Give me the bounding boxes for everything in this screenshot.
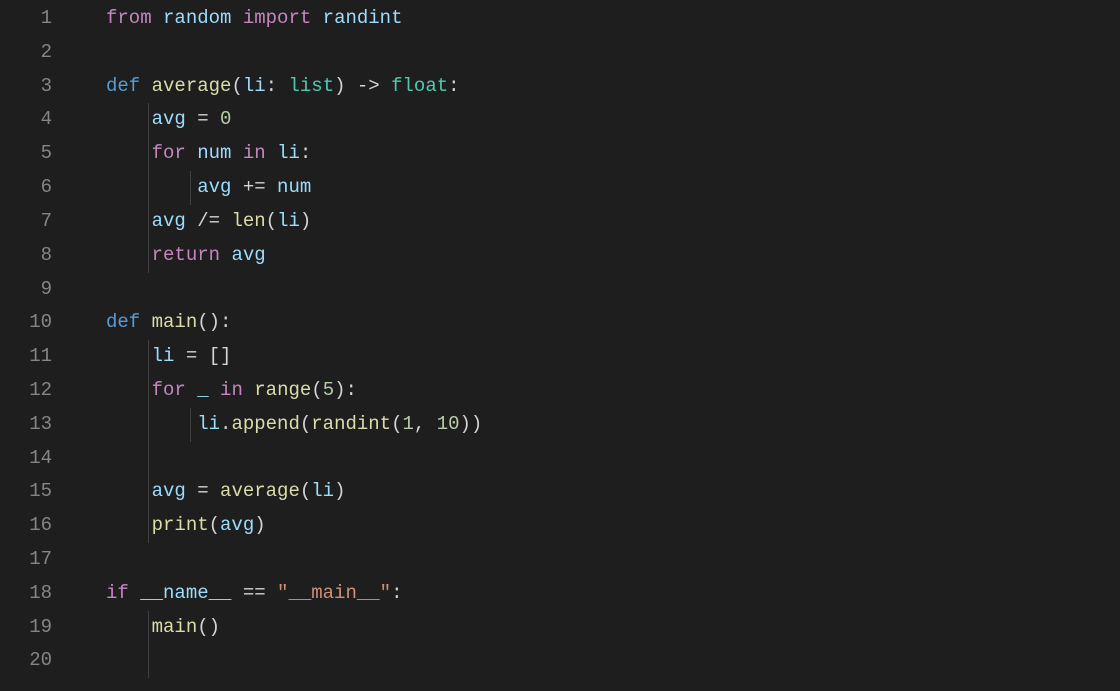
code-line-content: li.append(randint(1, 10)) (80, 413, 482, 435)
indent-guide (148, 171, 149, 205)
code-line-content: for _ in range(5): (80, 379, 357, 401)
indent-guide (148, 205, 149, 239)
code-line[interactable] (80, 644, 1120, 678)
line-number: 1 (0, 2, 52, 36)
indent-guide (148, 137, 149, 171)
line-number: 11 (0, 340, 52, 374)
indent-guide (148, 103, 149, 137)
code-line[interactable] (80, 36, 1120, 70)
code-line-content: main() (80, 616, 220, 638)
line-number: 13 (0, 408, 52, 442)
code-line-content: from random import randint (80, 7, 403, 29)
code-line[interactable]: li.append(randint(1, 10)) (80, 408, 1120, 442)
code-line-content (80, 447, 106, 469)
indent-guide (148, 611, 149, 645)
code-line[interactable]: main() (80, 611, 1120, 645)
line-number: 4 (0, 103, 52, 137)
code-line-content: li = [] (80, 345, 231, 367)
indent-guide (148, 239, 149, 273)
code-line-content (80, 278, 106, 300)
code-line[interactable]: def main(): (80, 306, 1120, 340)
code-line-content: avg = 0 (80, 108, 231, 130)
code-line[interactable]: from random import randint (80, 2, 1120, 36)
indent-guide (148, 644, 149, 678)
line-number: 8 (0, 239, 52, 273)
line-number: 2 (0, 36, 52, 70)
line-number: 6 (0, 171, 52, 205)
line-number: 17 (0, 543, 52, 577)
indent-guide (190, 171, 191, 205)
code-line-content: return avg (80, 244, 266, 266)
code-line[interactable]: avg /= len(li) (80, 205, 1120, 239)
indent-guide (148, 340, 149, 374)
code-editor[interactable]: 1234567891011121314151617181920 from ran… (0, 0, 1120, 678)
indent-guide (148, 442, 149, 476)
line-number: 15 (0, 475, 52, 509)
indent-guide (148, 374, 149, 408)
code-line[interactable]: def average(li: list) -> float: (80, 70, 1120, 104)
indent-guide (148, 475, 149, 509)
line-number-gutter: 1234567891011121314151617181920 (0, 2, 80, 678)
code-line[interactable]: li = [] (80, 340, 1120, 374)
code-line[interactable] (80, 543, 1120, 577)
code-line-content (80, 548, 106, 570)
code-line[interactable]: for num in li: (80, 137, 1120, 171)
code-line-content: avg /= len(li) (80, 210, 311, 232)
line-number: 9 (0, 273, 52, 307)
code-line[interactable]: if __name__ == "__main__": (80, 577, 1120, 611)
indent-guide (148, 509, 149, 543)
code-line[interactable]: avg = average(li) (80, 475, 1120, 509)
code-line[interactable]: avg += num (80, 171, 1120, 205)
indent-guide (190, 408, 191, 442)
code-line-content: for num in li: (80, 142, 311, 164)
code-line-content (80, 649, 106, 671)
code-line-content (80, 41, 106, 63)
line-number: 16 (0, 509, 52, 543)
code-line[interactable]: for _ in range(5): (80, 374, 1120, 408)
code-line[interactable]: print(avg) (80, 509, 1120, 543)
line-number: 14 (0, 442, 52, 476)
line-number: 5 (0, 137, 52, 171)
code-line-content: print(avg) (80, 514, 266, 536)
code-line-content: avg += num (80, 176, 311, 198)
code-line[interactable]: return avg (80, 239, 1120, 273)
code-line-content: avg = average(li) (80, 480, 346, 502)
line-number: 19 (0, 611, 52, 645)
line-number: 18 (0, 577, 52, 611)
line-number: 10 (0, 306, 52, 340)
line-number: 3 (0, 70, 52, 104)
code-line[interactable] (80, 442, 1120, 476)
code-line-content: def average(li: list) -> float: (80, 75, 460, 97)
line-number: 20 (0, 644, 52, 678)
code-line-content: if __name__ == "__main__": (80, 582, 402, 604)
code-line-content: def main(): (80, 311, 231, 333)
code-line[interactable] (80, 273, 1120, 307)
indent-guide (148, 408, 149, 442)
line-number: 12 (0, 374, 52, 408)
code-line[interactable]: avg = 0 (80, 103, 1120, 137)
line-number: 7 (0, 205, 52, 239)
code-area[interactable]: from random import randint def average(li… (80, 2, 1120, 678)
